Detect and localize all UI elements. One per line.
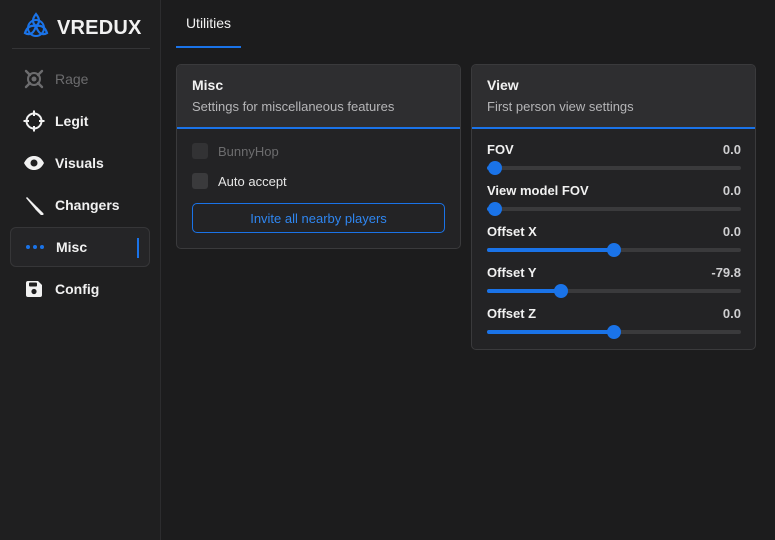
bunnyhop-checkbox[interactable] (192, 143, 208, 159)
slider-track[interactable] (487, 325, 741, 339)
sidebar-item-label: Misc (56, 239, 88, 255)
auto-accept-checkbox-row[interactable]: Auto accept (192, 173, 287, 189)
sidebar-item-label: Changers (55, 197, 120, 213)
slider-label: FOV (487, 142, 514, 157)
slider-track[interactable] (487, 161, 741, 175)
view-card-header: View First person view settings (472, 65, 755, 129)
slider-thumb[interactable] (607, 243, 621, 257)
slider-label: Offset Z (487, 306, 537, 321)
slider-thumb[interactable] (553, 284, 568, 298)
slider-value: 0.0 (722, 306, 741, 321)
sidebar-item-visuals[interactable]: Visuals (10, 143, 150, 183)
slider-label: Offset X (487, 224, 537, 239)
knife-icon (23, 194, 45, 216)
sidebar-item-label: Config (55, 281, 100, 297)
slider-track[interactable] (487, 243, 741, 257)
slider-value: -79.8 (711, 265, 741, 280)
slider-fill (487, 330, 614, 334)
slider-value: 0.0 (722, 183, 741, 198)
misc-card-title: Misc (192, 77, 224, 93)
tab-bar: Utilities (161, 0, 775, 48)
misc-card: Misc Settings for miscellaneous features… (176, 64, 461, 249)
slider-track[interactable] (487, 202, 741, 216)
sidebar-item-misc[interactable]: Misc (10, 227, 150, 267)
sidebar: VREDUX Rage Legit Visuals Changers Misc … (0, 0, 161, 540)
crosshair-icon (23, 110, 45, 132)
slider-thumb[interactable] (607, 325, 621, 339)
sidebar-item-label: Visuals (55, 155, 104, 171)
sidebar-item-rage[interactable]: Rage (10, 59, 150, 99)
view-card: View First person view settings FOV 0.0 … (471, 64, 756, 350)
dots-icon (24, 236, 46, 258)
misc-card-subtitle: Settings for miscellaneous features (192, 99, 395, 114)
save-icon (23, 278, 45, 300)
view-card-subtitle: First person view settings (487, 99, 634, 114)
slider-value: 0.0 (722, 142, 741, 157)
slider-fill (487, 248, 614, 252)
sidebar-item-label: Legit (55, 113, 89, 129)
sidebar-nav: Rage Legit Visuals Changers Misc Config (10, 59, 150, 311)
offset-z-slider[interactable]: Offset Z 0.0 (487, 306, 741, 339)
slider-fill (487, 289, 561, 293)
sidebar-item-changers[interactable]: Changers (10, 185, 150, 225)
sidebar-item-legit[interactable]: Legit (10, 101, 150, 141)
brand: VREDUX (23, 10, 142, 46)
slider-label: View model FOV (487, 183, 589, 198)
eye-icon (23, 152, 45, 174)
bunnyhop-checkbox-row[interactable]: BunnyHop (192, 143, 279, 159)
slider-label: Offset Y (487, 265, 537, 280)
offset-y-slider[interactable]: Offset Y -79.8 (487, 265, 741, 298)
fov-slider[interactable]: FOV 0.0 (487, 142, 741, 175)
auto-accept-checkbox[interactable] (192, 173, 208, 189)
misc-card-header: Misc Settings for miscellaneous features (177, 65, 460, 129)
slider-track[interactable] (487, 284, 741, 298)
view-card-title: View (487, 77, 519, 93)
invite-all-button[interactable]: Invite all nearby players (192, 203, 445, 233)
sidebar-item-config[interactable]: Config (10, 269, 150, 309)
auto-accept-label: Auto accept (218, 173, 287, 189)
bunnyhop-label: BunnyHop (218, 143, 279, 159)
logo-icon (23, 11, 49, 45)
slider-thumb[interactable] (487, 161, 502, 175)
sidebar-item-label: Rage (55, 71, 89, 87)
view-model-fov-slider[interactable]: View model FOV 0.0 (487, 183, 741, 216)
brand-divider (12, 48, 150, 49)
brand-name: VREDUX (57, 16, 142, 39)
offset-x-slider[interactable]: Offset X 0.0 (487, 224, 741, 257)
slider-value: 0.0 (722, 224, 741, 239)
tab-utilities[interactable]: Utilities (176, 0, 241, 48)
slider-thumb[interactable] (487, 202, 502, 216)
rage-icon (23, 68, 45, 90)
